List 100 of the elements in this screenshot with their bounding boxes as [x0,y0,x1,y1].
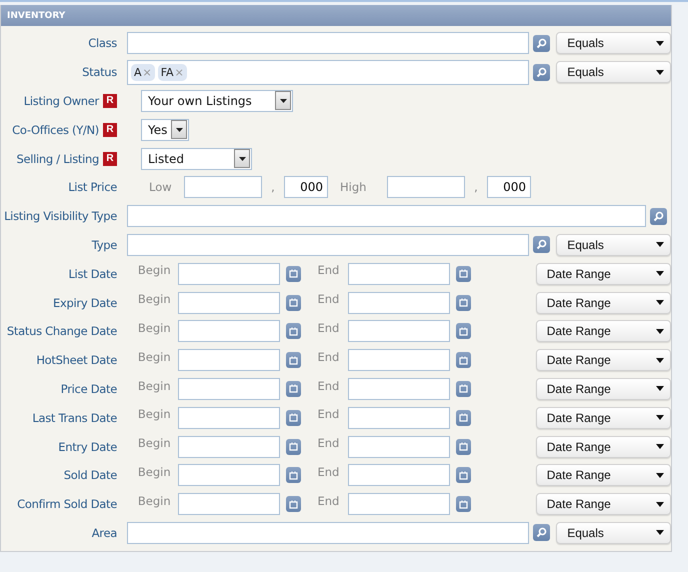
price-field[interactable] [387,176,465,198]
search-button[interactable] [533,236,550,254]
select-dropdown[interactable]: Your own Listings [141,90,293,112]
operator-dropdown[interactable]: Date Range [536,378,671,400]
thousands-field[interactable]: 000 [284,176,328,198]
operator-dropdown[interactable]: Equals [556,32,671,54]
operator-dropdown[interactable]: Date Range [536,406,671,429]
operator-dropdown[interactable]: Date Range [536,493,671,516]
date-field[interactable] [178,320,280,342]
lookup-field[interactable] [126,522,530,544]
begin-label: Begin [138,464,172,479]
date-field[interactable] [178,464,280,486]
calendar-button[interactable] [286,438,301,455]
select-dropdown[interactable]: Listed [141,148,252,170]
calendar-icon [459,298,468,308]
operator-dropdown[interactable]: Equals [556,522,671,544]
begin-label: Begin [138,320,172,335]
field-label: HotSheet Date [36,353,117,368]
calendar-icon [288,470,298,480]
calendar-button[interactable] [286,323,301,340]
date-field[interactable] [348,436,450,458]
date-field[interactable] [178,349,280,372]
required-badge: R [103,152,117,166]
high-label: High [340,180,368,194]
select-dropdown[interactable]: Yes [141,118,189,141]
begin-label: Begin [138,350,172,364]
date-field[interactable] [348,320,450,342]
caret-icon [656,472,664,478]
calendar-button[interactable] [286,380,301,397]
caret-icon [656,386,664,392]
calendar-icon [288,326,298,336]
calendar-button[interactable] [286,496,301,512]
field-label: Status Change Date [6,324,117,338]
operator-dropdown[interactable]: Date Range [536,320,671,342]
field-label: Selling / Listing [16,152,99,166]
operator-dropdown[interactable]: Date Range [536,436,671,458]
search-button[interactable] [533,64,550,81]
lookup-field[interactable] [126,32,530,54]
operator-dropdown[interactable]: Date Range [536,262,671,285]
required-badge: R [103,94,117,108]
operator-dropdown[interactable]: Date Range [536,464,671,486]
date-field[interactable] [348,349,450,372]
required-badge: R [103,122,117,137]
operator-dropdown[interactable]: Equals [556,234,671,256]
calendar-button[interactable] [456,294,472,311]
caret-icon [176,128,182,132]
price-field[interactable] [184,176,262,198]
search-icon [536,38,548,49]
thousands-field[interactable]: 000 [487,176,531,198]
caret-icon [656,530,664,536]
date-field[interactable] [178,262,280,285]
calendar-button[interactable] [456,438,472,455]
calendar-button[interactable] [456,323,472,340]
field-label: Price Date [60,382,117,396]
date-field[interactable] [348,292,450,314]
calendar-button[interactable] [456,266,472,282]
date-field[interactable] [348,464,450,486]
calendar-icon [288,442,298,452]
calendar-icon [459,500,468,509]
calendar-button[interactable] [286,410,301,426]
end-label: End [317,436,340,450]
calendar-icon [288,500,298,509]
date-field[interactable] [178,436,280,458]
begin-label: Begin [138,407,172,422]
search-button[interactable] [533,524,550,542]
calendar-button[interactable] [456,380,472,397]
date-field[interactable] [178,406,280,429]
comma-separator: , [473,180,479,194]
calendar-icon [288,298,298,308]
date-field[interactable] [348,378,450,400]
calendar-button[interactable] [456,410,472,426]
calendar-button[interactable] [456,496,472,512]
date-field[interactable] [178,378,280,400]
calendar-icon [459,470,468,480]
operator-dropdown[interactable]: Equals [556,61,671,84]
status-tag[interactable]: A× [130,64,155,81]
date-field[interactable] [178,493,280,516]
date-field[interactable] [178,292,280,314]
operator-dropdown[interactable]: Date Range [536,292,671,314]
calendar-button[interactable] [456,352,472,368]
search-button[interactable] [533,34,550,52]
operator-dropdown[interactable]: Date Range [536,349,671,372]
end-label: End [317,378,340,393]
calendar-button[interactable] [286,294,301,311]
search-button[interactable] [650,208,667,225]
lookup-field[interactable] [127,205,646,228]
lookup-field[interactable] [126,234,530,256]
end-label: End [317,320,340,335]
date-field[interactable] [348,406,450,429]
tag-field[interactable]: A× FA× [126,60,530,85]
calendar-icon [459,442,468,452]
calendar-icon [459,384,468,394]
calendar-button[interactable] [286,467,301,484]
status-tag[interactable]: FA× [158,64,187,81]
calendar-button[interactable] [286,352,301,368]
calendar-button[interactable] [286,266,301,282]
date-field[interactable] [348,262,450,285]
calendar-icon [288,413,298,422]
date-field[interactable] [348,493,450,516]
calendar-button[interactable] [456,467,472,484]
